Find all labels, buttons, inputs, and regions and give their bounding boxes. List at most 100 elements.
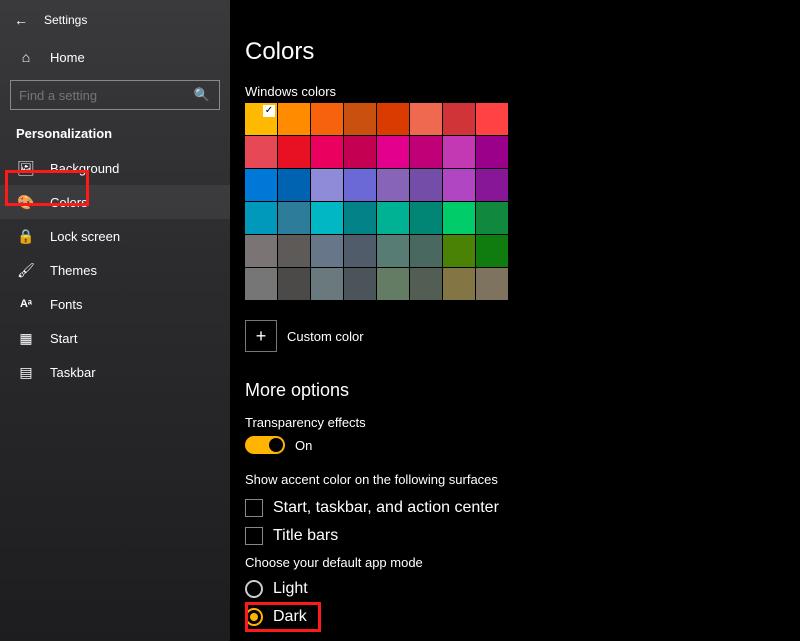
color-swatch[interactable] xyxy=(344,235,376,267)
color-swatch[interactable] xyxy=(245,136,277,168)
transparency-label: Transparency effects xyxy=(245,415,790,430)
color-swatch[interactable] xyxy=(410,103,442,135)
sidebar-item-label: Background xyxy=(50,161,119,176)
color-swatch[interactable] xyxy=(278,235,310,267)
color-swatch[interactable] xyxy=(410,169,442,201)
radio-label: Light xyxy=(273,580,308,598)
sidebar-item-label: Taskbar xyxy=(50,365,96,380)
sidebar-item-start[interactable]: ▦ Start xyxy=(0,321,230,355)
color-swatch[interactable] xyxy=(311,103,343,135)
window-title: Settings xyxy=(44,13,87,27)
color-swatch[interactable] xyxy=(278,103,310,135)
transparency-toggle[interactable] xyxy=(245,436,285,454)
custom-color-label: Custom color xyxy=(287,329,364,344)
sidebar-item-colors[interactable]: 🎨 Colors xyxy=(0,185,230,219)
start-icon: ▦ xyxy=(16,330,36,347)
color-swatch[interactable] xyxy=(311,136,343,168)
color-swatch[interactable] xyxy=(278,136,310,168)
search-wrap: 🔍 xyxy=(10,80,220,110)
color-swatch[interactable] xyxy=(476,202,508,234)
color-swatch[interactable] xyxy=(476,136,508,168)
checkbox-label: Start, taskbar, and action center xyxy=(273,499,499,517)
custom-color-button[interactable]: + xyxy=(245,320,277,352)
color-swatch[interactable] xyxy=(377,202,409,234)
color-swatch[interactable] xyxy=(443,103,475,135)
lock-icon: 🔒 xyxy=(16,228,36,245)
color-swatch[interactable] xyxy=(410,136,442,168)
windows-colors-label: Windows colors xyxy=(245,84,790,99)
sidebar-item-label: Lock screen xyxy=(50,229,120,244)
search-input[interactable] xyxy=(10,80,220,110)
sidebar-item-label: Fonts xyxy=(50,297,83,312)
color-swatch[interactable] xyxy=(245,268,277,300)
checkbox-label: Title bars xyxy=(273,527,338,545)
transparency-state: On xyxy=(295,438,312,453)
brush-icon: 🖌 xyxy=(16,262,36,279)
radio-label: Dark xyxy=(273,608,307,626)
settings-sidebar: ← Settings ⌂ Home 🔍 Personalization 🖼 Ba… xyxy=(0,0,230,641)
color-swatch[interactable] xyxy=(311,202,343,234)
radio-icon xyxy=(245,608,263,626)
color-swatch[interactable] xyxy=(344,268,376,300)
color-swatch[interactable] xyxy=(410,268,442,300)
sidebar-item-taskbar[interactable]: ▤ Taskbar xyxy=(0,355,230,389)
color-swatch[interactable] xyxy=(476,235,508,267)
color-swatch[interactable]: ✓ xyxy=(245,103,277,135)
color-swatch[interactable] xyxy=(410,202,442,234)
radio-dark[interactable]: Dark xyxy=(245,608,790,626)
color-swatch[interactable] xyxy=(377,169,409,201)
color-swatch[interactable] xyxy=(344,103,376,135)
color-swatch[interactable] xyxy=(245,235,277,267)
check-icon: ✓ xyxy=(263,105,275,117)
nav-home-label: Home xyxy=(50,50,85,65)
color-swatch[interactable] xyxy=(377,136,409,168)
color-palette: ✓ xyxy=(245,103,508,300)
color-swatch[interactable] xyxy=(278,268,310,300)
color-swatch[interactable] xyxy=(476,103,508,135)
color-swatch[interactable] xyxy=(311,169,343,201)
sidebar-item-label: Colors xyxy=(50,195,88,210)
image-icon: 🖼 xyxy=(16,160,36,177)
home-icon: ⌂ xyxy=(16,49,36,65)
color-swatch[interactable] xyxy=(476,169,508,201)
more-options-heading: More options xyxy=(245,380,790,401)
color-swatch[interactable] xyxy=(443,268,475,300)
color-swatch[interactable] xyxy=(278,169,310,201)
sidebar-item-lockscreen[interactable]: 🔒 Lock screen xyxy=(0,219,230,253)
color-swatch[interactable] xyxy=(278,202,310,234)
radio-icon xyxy=(245,580,263,598)
default-app-mode-label: Choose your default app mode xyxy=(245,555,790,570)
checkbox-icon xyxy=(245,527,263,545)
color-swatch[interactable] xyxy=(245,202,277,234)
color-swatch[interactable] xyxy=(311,268,343,300)
color-swatch[interactable] xyxy=(443,136,475,168)
sidebar-item-fonts[interactable]: Aᵃ Fonts xyxy=(0,287,230,321)
color-swatch[interactable] xyxy=(476,268,508,300)
accent-surfaces-label: Show accent color on the following surfa… xyxy=(245,472,790,487)
color-swatch[interactable] xyxy=(344,202,376,234)
color-swatch[interactable] xyxy=(443,235,475,267)
color-swatch[interactable] xyxy=(344,136,376,168)
color-swatch[interactable] xyxy=(245,169,277,201)
color-swatch[interactable] xyxy=(377,235,409,267)
color-swatch[interactable] xyxy=(443,169,475,201)
color-swatch[interactable] xyxy=(377,103,409,135)
checkbox-icon xyxy=(245,499,263,517)
fonts-icon: Aᵃ xyxy=(16,298,36,310)
color-swatch[interactable] xyxy=(344,169,376,201)
sidebar-item-themes[interactable]: 🖌 Themes xyxy=(0,253,230,287)
color-swatch[interactable] xyxy=(377,268,409,300)
radio-light[interactable]: Light xyxy=(245,580,790,598)
color-swatch[interactable] xyxy=(443,202,475,234)
palette-icon: 🎨 xyxy=(16,194,36,211)
main-content: Colors Windows colors ✓ + Custom color M… xyxy=(245,38,790,636)
back-arrow-icon[interactable]: ← xyxy=(12,12,30,28)
nav-home[interactable]: ⌂ Home xyxy=(0,40,230,74)
page-title: Colors xyxy=(245,38,790,66)
color-swatch[interactable] xyxy=(311,235,343,267)
checkbox-start-taskbar[interactable]: Start, taskbar, and action center xyxy=(245,499,790,517)
sidebar-item-background[interactable]: 🖼 Background xyxy=(0,151,230,185)
sidebar-group-label: Personalization xyxy=(0,122,230,151)
checkbox-title-bars[interactable]: Title bars xyxy=(245,527,790,545)
color-swatch[interactable] xyxy=(410,235,442,267)
